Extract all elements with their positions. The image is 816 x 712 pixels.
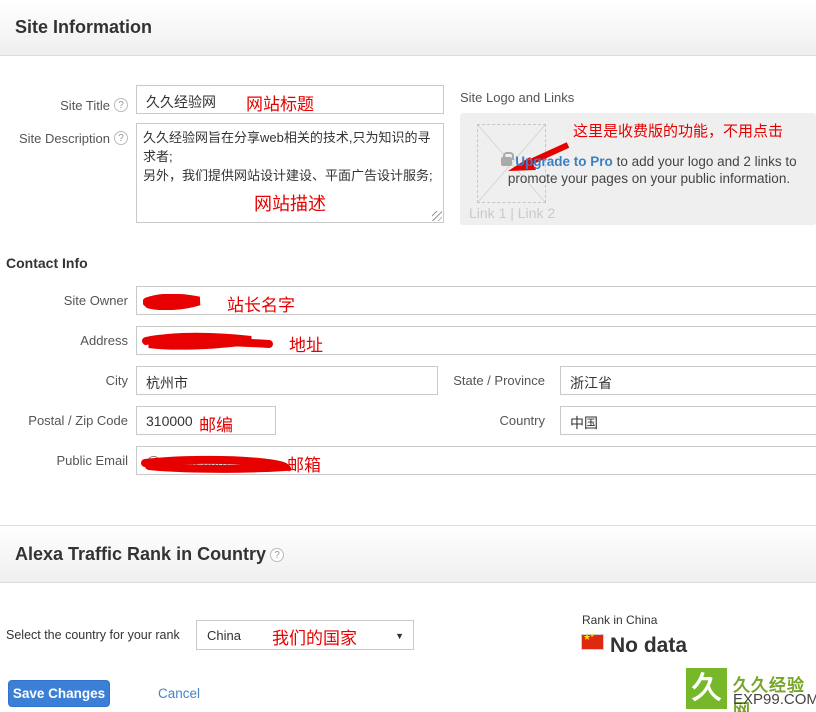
redaction-scribble (139, 455, 291, 473)
postal-zip-input[interactable]: 310000 邮编 (136, 406, 276, 435)
lock-icon (501, 157, 512, 166)
site-owner-annotation: 站长名字 (227, 291, 295, 316)
select-country-label: Select the country for your rank (6, 628, 180, 642)
site-title-annotation: 网站标题 (246, 90, 314, 115)
site-description-label: Site Description? (0, 131, 128, 146)
country-value: 中国 (570, 413, 598, 433)
link-placeholders: Link 1 | Link 2 (469, 205, 555, 221)
help-icon[interactable]: ? (114, 98, 128, 112)
address-label: Address (0, 333, 128, 348)
upgrade-annotation: 这里是收费版的功能，不用点击 (573, 120, 783, 141)
city-label: City (0, 373, 128, 388)
dropdown-arrow-icon: ▼ (395, 631, 404, 641)
postal-zip-value: 310000 (146, 413, 193, 429)
address-annotation: 地址 (289, 331, 323, 356)
site-title-label: Site Title? (0, 98, 128, 113)
contact-info-heading: Contact Info (6, 255, 88, 271)
public-email-annotation: 邮箱 (287, 451, 321, 476)
country-label: Country (430, 413, 545, 428)
upgrade-text: Upgrade to Pro to add your logo and 2 li… (488, 153, 810, 187)
postal-zip-annotation: 邮编 (199, 411, 233, 436)
redaction-scribble (143, 294, 205, 310)
site-description-line2: 另外，我们提供网站设计建设、平面广告设计服务; (143, 168, 433, 183)
china-flag-icon: ★★ (582, 635, 603, 649)
site-description-textarea[interactable]: 久久经验网旨在分享web相关的技术,只为知识的寻求者; 另外，我们提供网站设计建… (136, 123, 444, 223)
site-logo-links-label: Site Logo and Links (460, 90, 574, 105)
country-select[interactable]: China 我们的国家 ▼ (196, 620, 414, 650)
save-changes-button[interactable]: Save Changes (8, 680, 110, 707)
site-description-line1: 久久经验网旨在分享web相关的技术,只为知识的寻求者; (143, 130, 430, 164)
public-email-input[interactable]: @exp99.com 邮箱 (136, 446, 816, 475)
rank-value: No data (610, 634, 687, 657)
site-title-value: 久久经验网 (146, 92, 216, 112)
address-input[interactable]: 地址 (136, 326, 816, 355)
state-province-label: State / Province (430, 373, 545, 388)
redaction-scribble (141, 332, 276, 352)
exp99-logo-icon: 久 (686, 668, 727, 709)
upgrade-to-pro-link[interactable]: Upgrade to Pro (515, 154, 613, 169)
state-province-input[interactable]: 浙江省 (560, 366, 816, 395)
rank-in-china-label: Rank in China (582, 613, 657, 627)
alexa-section-header: Alexa Traffic Rank in Country? (0, 525, 816, 583)
rank-row: ★★ No data (582, 634, 687, 658)
site-logo-panel: 这里是收费版的功能，不用点击 Upgrade to Pro to add you… (460, 113, 816, 225)
public-email-label: Public Email (0, 453, 128, 468)
site-owner-label: Site Owner (0, 293, 128, 308)
exp99-logo-domain: EXP99.COM (733, 691, 816, 708)
site-owner-input[interactable]: 站长名字 (136, 286, 816, 315)
city-input[interactable]: 杭州市 (136, 366, 438, 395)
state-province-value: 浙江省 (570, 373, 612, 393)
site-description-annotation: 网站描述 (143, 195, 437, 214)
cancel-link[interactable]: Cancel (158, 686, 200, 701)
resize-grip-icon[interactable] (432, 211, 442, 221)
help-icon[interactable]: ? (270, 548, 284, 562)
help-icon[interactable]: ? (114, 131, 128, 145)
site-title-input[interactable]: 久久经验网 网站标题 (136, 85, 444, 114)
page-header: Site Information (0, 0, 816, 56)
city-value: 杭州市 (146, 373, 188, 393)
country-select-annotation: 我们的国家 (272, 624, 357, 649)
postal-zip-label: Postal / Zip Code (0, 413, 128, 428)
country-input[interactable]: 中国 (560, 406, 816, 435)
alexa-heading: Alexa Traffic Rank in Country? (15, 544, 284, 565)
country-select-value: China (207, 628, 241, 643)
page-title: Site Information (15, 17, 152, 38)
site-information-page: Site Information Site Title? 久久经验网 网站标题 … (0, 0, 816, 712)
